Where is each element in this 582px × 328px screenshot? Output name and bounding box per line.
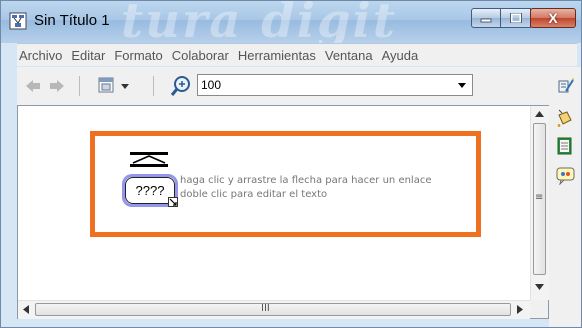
paint-bucket-icon[interactable] <box>555 109 575 129</box>
maximize-button[interactable] <box>500 8 531 28</box>
back-arrow-icon[interactable] <box>25 79 41 93</box>
zoom-dropdown-chevron-icon[interactable] <box>458 83 466 88</box>
horizontal-grip-icon: III <box>261 303 270 314</box>
horizontal-scrollbar[interactable]: III <box>18 300 530 319</box>
title-bar[interactable]: tura digit Sin Título 1 X <box>1 1 581 43</box>
zoom-magnifier-icon[interactable] <box>170 75 192 97</box>
side-tool-panel <box>549 105 581 327</box>
scroll-up-arrow-icon[interactable] <box>535 111 544 117</box>
minimize-icon <box>480 18 492 23</box>
zoom-value: 100 <box>201 78 222 92</box>
toolbar: 100 <box>17 67 581 105</box>
app-logo-icon <box>9 12 27 30</box>
view-layout-icon[interactable] <box>97 76 117 96</box>
scroll-left-arrow-icon[interactable] <box>23 305 29 314</box>
resize-handle-icon[interactable] <box>168 197 178 207</box>
hint-edit-text: doble clic para editar el texto <box>180 189 328 200</box>
close-button[interactable]: X <box>530 8 576 28</box>
vertical-scroll-thumb[interactable]: ≡ <box>533 123 546 275</box>
app-window: tura digit Sin Título 1 X Archivo Editar… <box>0 0 582 328</box>
menu-formato[interactable]: Formato <box>112 48 162 63</box>
menu-ventana[interactable]: Ventana <box>323 48 373 63</box>
toolbar-divider <box>153 76 154 96</box>
styles-icon[interactable] <box>557 77 575 95</box>
minimize-button[interactable] <box>471 8 501 28</box>
link-arrow-handle-icon[interactable] <box>130 152 168 168</box>
hint-link-text: haga clic y arrastre la flecha para hace… <box>180 175 432 186</box>
scroll-corner <box>530 300 548 318</box>
zoom-select[interactable]: 100 <box>197 74 473 96</box>
chat-bubble-icon[interactable] <box>556 167 576 185</box>
view-dropdown-chevron-icon[interactable] <box>121 84 129 89</box>
concept-map-canvas[interactable]: ???? haga clic y arrastre la flecha para… <box>18 106 530 300</box>
toolbar-divider <box>79 76 80 96</box>
scroll-down-arrow-icon[interactable] <box>535 284 544 290</box>
maximize-icon <box>509 13 522 23</box>
menu-herramientas[interactable]: Herramientas <box>236 48 316 63</box>
close-icon: X <box>548 10 558 26</box>
horizontal-scroll-thumb[interactable]: III <box>35 303 511 316</box>
notes-book-icon[interactable] <box>557 137 573 155</box>
menu-bar: Archivo Editar Formato Colaborar Herrami… <box>17 43 577 66</box>
menu-editar[interactable]: Editar <box>69 48 105 63</box>
map-canvas-frame: ???? haga clic y arrastre la flecha para… <box>17 105 549 319</box>
menu-colaborar[interactable]: Colaborar <box>170 48 229 63</box>
window-title: Sin Título 1 <box>34 12 110 29</box>
vertical-scrollbar[interactable]: ≡ <box>530 106 549 300</box>
scroll-right-arrow-icon[interactable] <box>517 305 523 314</box>
menu-archivo[interactable]: Archivo <box>17 48 62 63</box>
title-watermark: tura digit <box>121 1 397 43</box>
menu-ayuda[interactable]: Ayuda <box>380 48 419 63</box>
forward-arrow-icon[interactable] <box>49 79 65 93</box>
vertical-grip-icon: ≡ <box>535 192 544 203</box>
concept-label: ???? <box>135 183 165 198</box>
